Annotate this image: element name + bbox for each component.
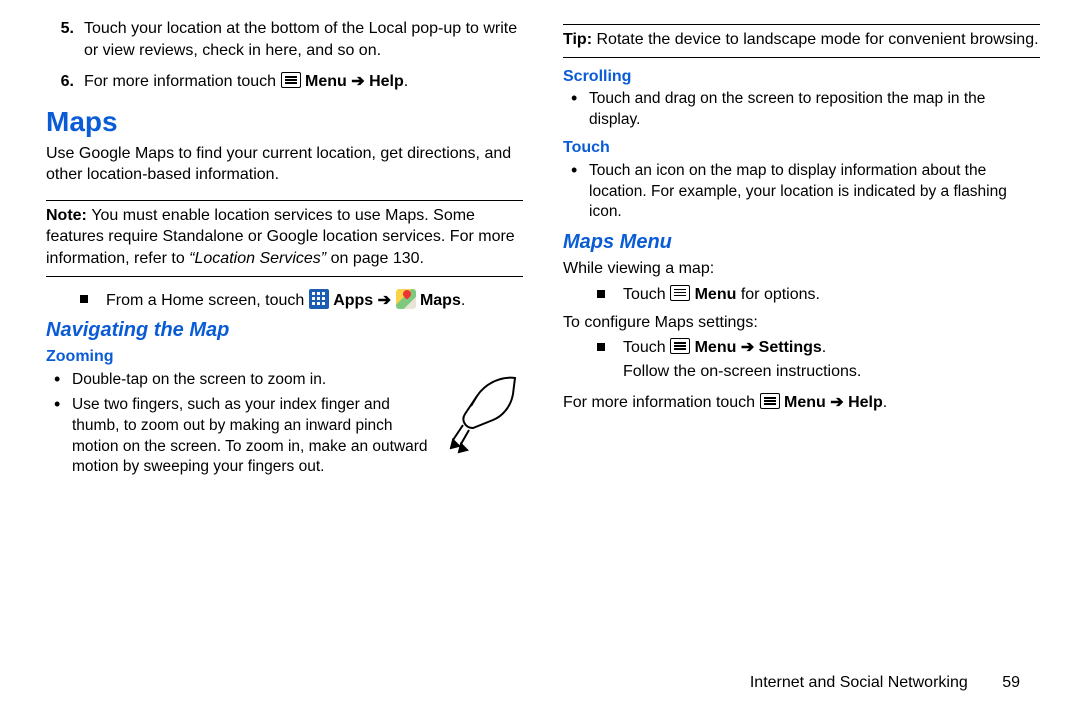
square-bullet-icon	[80, 295, 88, 303]
step-text: For more information touch Menu ➔ Help.	[84, 71, 523, 93]
note-reference: “Location Services”	[189, 250, 326, 267]
arrow-icon: ➔	[373, 292, 395, 309]
menu-label: Menu	[784, 394, 826, 411]
arrow-icon: ➔	[826, 394, 848, 411]
note-text: on page 130.	[326, 250, 424, 267]
divider	[46, 200, 523, 201]
menu-icon	[670, 338, 690, 354]
help-label: Help	[848, 394, 883, 411]
touch-heading: Touch	[563, 137, 1040, 159]
pinch-gesture-icon	[445, 370, 523, 460]
menu-icon	[670, 285, 690, 301]
note-block: Note: You must enable location services …	[46, 205, 523, 270]
menu-options-item: Touch Menu for options.	[563, 284, 1040, 306]
menu-label: Menu	[305, 73, 347, 90]
text: for options.	[736, 286, 820, 303]
text: Touch Menu for options.	[623, 284, 820, 306]
zoom-list: Double-tap on the screen to zoom in. Use…	[46, 370, 433, 483]
apps-icon	[309, 289, 329, 309]
list-item: Double-tap on the screen to zoom in.	[46, 370, 433, 391]
maps-menu-heading: Maps Menu	[563, 229, 1040, 256]
text: Follow the on-screen instructions.	[623, 361, 861, 383]
divider	[563, 57, 1040, 58]
menu-settings-item: Touch Menu ➔ Settings. Follow the on-scr…	[563, 337, 1040, 382]
right-column: Tip: Rotate the device to landscape mode…	[563, 18, 1040, 488]
settings-label: Settings	[759, 339, 822, 356]
touch-list: Touch an icon on the map to display info…	[563, 161, 1040, 224]
text: .	[461, 292, 465, 309]
apps-label: Apps	[333, 292, 373, 309]
text: .	[404, 73, 408, 90]
text: Touch	[623, 286, 670, 303]
scrolling-heading: Scrolling	[563, 66, 1040, 88]
divider	[46, 276, 523, 277]
menu-icon	[281, 72, 301, 88]
step-number: 6.	[46, 71, 84, 93]
maps-icon	[396, 289, 416, 309]
scrolling-list: Touch and drag on the screen to repositi…	[563, 89, 1040, 131]
square-bullet-icon	[597, 290, 605, 298]
tip-label: Tip:	[563, 31, 596, 48]
text: Touch Menu ➔ Settings. Follow the on-scr…	[623, 337, 861, 382]
maps-description: Use Google Maps to find your current loc…	[46, 143, 523, 186]
maps-label: Maps	[420, 292, 461, 309]
arrow-icon: ➔	[736, 339, 758, 356]
configure-text: To configure Maps settings:	[563, 312, 1040, 334]
note-label: Note:	[46, 207, 91, 224]
zooming-heading: Zooming	[46, 346, 523, 368]
text: For more information touch	[84, 73, 281, 90]
while-viewing-text: While viewing a map:	[563, 258, 1040, 280]
text: For more information touch	[563, 394, 760, 411]
menu-label: Menu	[695, 286, 737, 303]
square-bullet-icon	[597, 343, 605, 351]
step-number: 5.	[46, 18, 84, 61]
step-5: 5. Touch your location at the bottom of …	[46, 18, 523, 61]
step-6: 6. For more information touch Menu ➔ Hel…	[46, 71, 523, 93]
list-item: Touch and drag on the screen to repositi…	[563, 89, 1040, 131]
text: .	[822, 339, 826, 356]
arrow-icon: ➔	[347, 73, 369, 90]
help-label: Help	[369, 73, 404, 90]
list-item: Use two fingers, such as your index fing…	[46, 395, 433, 479]
maps-heading: Maps	[46, 103, 523, 141]
navigating-heading: Navigating the Map	[46, 317, 523, 344]
text: .	[883, 394, 887, 411]
page-footer: Internet and Social Networking 59	[750, 672, 1020, 694]
text: From a Home screen, touch Apps ➔ Maps.	[106, 289, 465, 312]
chapter-title: Internet and Social Networking	[750, 674, 968, 691]
list-item: Touch an icon on the map to display info…	[563, 161, 1040, 224]
more-info-text: For more information touch Menu ➔ Help.	[563, 392, 1040, 414]
tip-text: Rotate the device to landscape mode for …	[596, 31, 1038, 48]
menu-label: Menu	[695, 339, 737, 356]
divider	[563, 24, 1040, 25]
menu-icon	[760, 393, 780, 409]
left-column: 5. Touch your location at the bottom of …	[46, 18, 523, 488]
page-number: 59	[1002, 674, 1020, 691]
home-screen-instruction: From a Home screen, touch Apps ➔ Maps.	[46, 289, 523, 312]
tip-block: Tip: Rotate the device to landscape mode…	[563, 29, 1040, 51]
step-text: Touch your location at the bottom of the…	[84, 18, 523, 61]
text: From a Home screen, touch	[106, 292, 309, 309]
text: Touch	[623, 339, 670, 356]
